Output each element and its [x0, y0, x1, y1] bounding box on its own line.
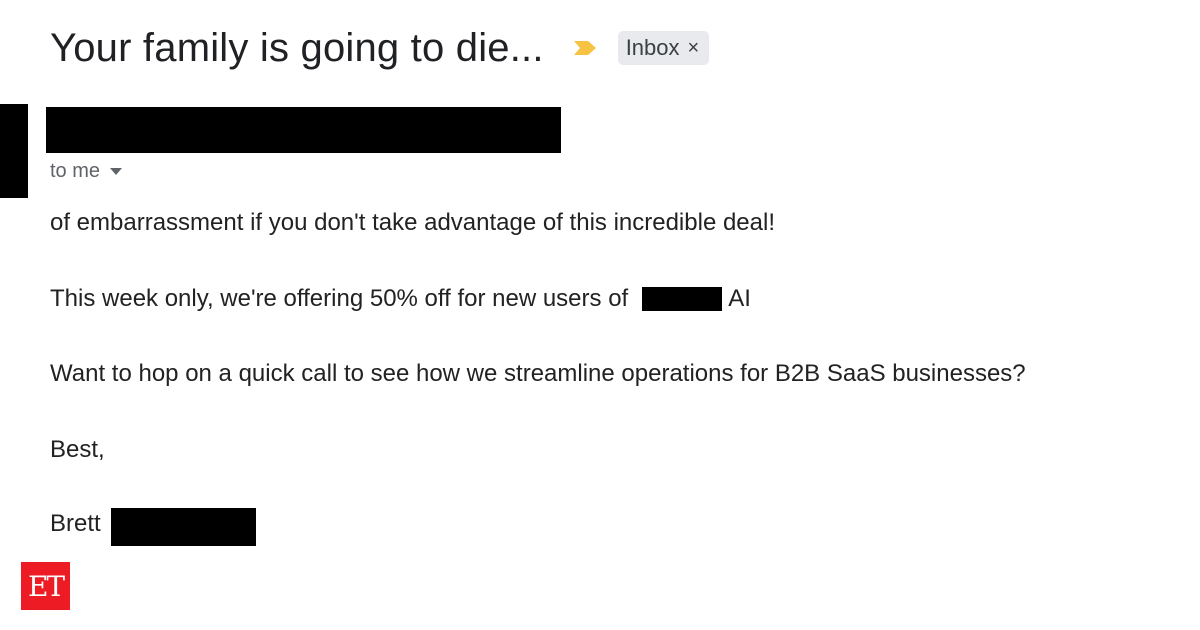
- body-line-2-end: AI: [728, 285, 751, 312]
- importance-marker-icon[interactable]: [572, 39, 598, 57]
- signature-first-name: Brett: [50, 510, 101, 537]
- body-line-2-start: This week only, we're offering 50% off f…: [50, 285, 629, 312]
- body-line-3: Want to hop on a quick call to see how w…: [50, 360, 1026, 387]
- body-paragraph-1: of embarrassment if you don't take advan…: [50, 207, 775, 239]
- recipient-details-toggle[interactable]: to me: [50, 158, 123, 184]
- subject-row: Your family is going to die... Inbox ×: [50, 22, 710, 74]
- remove-label-icon[interactable]: ×: [688, 37, 700, 60]
- body-paragraph-3: Want to hop on a quick call to see how w…: [50, 358, 1026, 390]
- company-name-redacted: [642, 287, 723, 311]
- body-line-1: of embarrassment if you don't take advan…: [50, 209, 776, 236]
- body-paragraph-2: This week only, we're offering 50% off f…: [50, 283, 751, 315]
- inbox-label-text: Inbox: [625, 35, 680, 60]
- sign-off: Best,: [50, 436, 105, 463]
- et-logo-text: ET: [27, 569, 65, 603]
- sender-name-redacted: [46, 107, 561, 153]
- signature-surname-redacted: [110, 508, 256, 546]
- inbox-label-chip[interactable]: Inbox ×: [617, 31, 710, 65]
- redaction-bar-left: [0, 104, 28, 198]
- caret-down-icon[interactable]: [110, 167, 123, 175]
- body-paragraph-4: Best,: [50, 434, 105, 466]
- et-logo: ET: [21, 562, 70, 610]
- signature: Brett: [50, 508, 256, 546]
- email-subject: Your family is going to die...: [50, 25, 544, 70]
- recipient-text: to me: [50, 159, 101, 182]
